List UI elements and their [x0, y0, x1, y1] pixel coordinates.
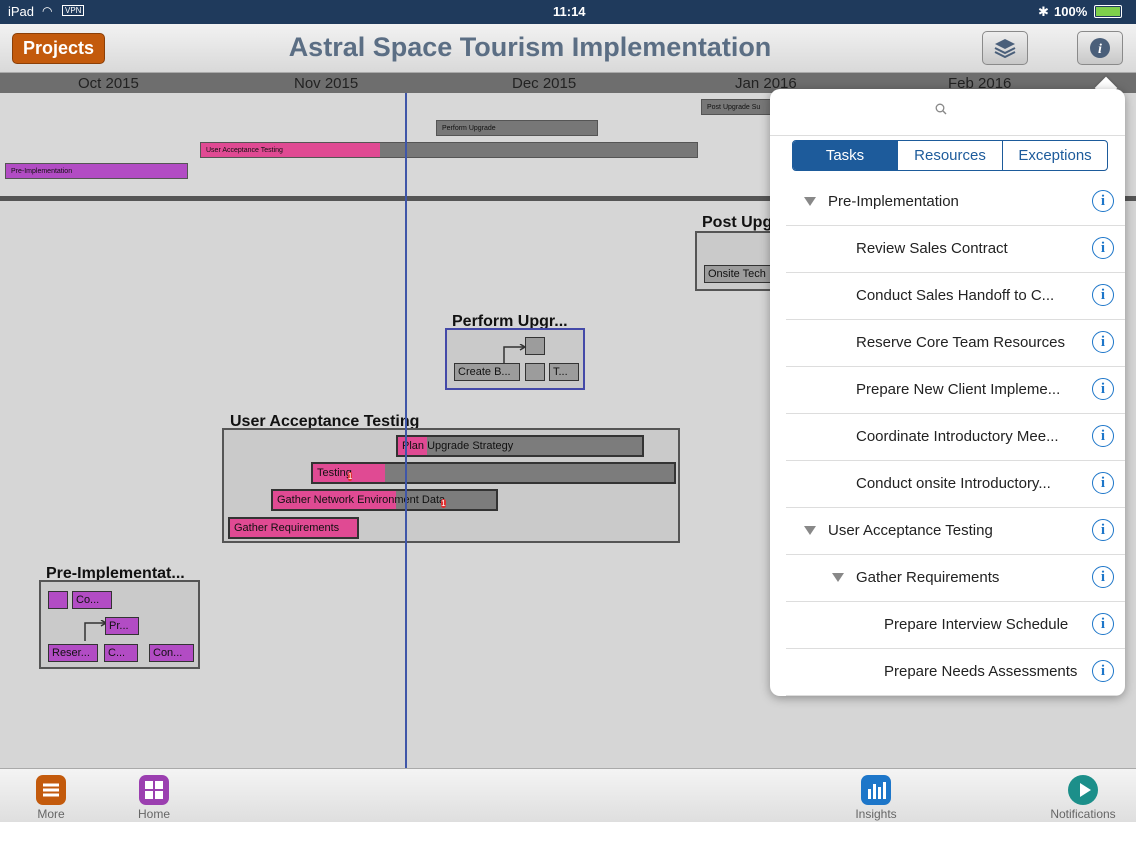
disclosure-triangle-icon[interactable]: [832, 573, 844, 582]
month-label: Oct 2015: [78, 75, 139, 92]
task-box[interactable]: [525, 363, 545, 381]
task-list-row[interactable]: Prepare Needs Assessments i: [786, 649, 1125, 696]
insights-chart-icon: [861, 775, 891, 805]
info-icon[interactable]: i: [1092, 660, 1114, 682]
month-label: Nov 2015: [294, 75, 359, 92]
task-box[interactable]: [525, 337, 545, 355]
task-group[interactable]: Co... Pr... Reser... C... Con...: [39, 580, 200, 669]
task-list-label: Gather Requirements: [856, 569, 1000, 586]
task-list-row[interactable]: Conduct onsite Introductory... i: [786, 461, 1125, 508]
search-icon: [935, 103, 947, 115]
bluetooth-icon: ✱: [1038, 4, 1049, 19]
task-list-label: Pre-Implementation: [828, 193, 959, 210]
task-list-row[interactable]: Pre-Implementation i: [786, 179, 1125, 226]
info-icon[interactable]: i: [1092, 284, 1114, 306]
info-icon[interactable]: i: [1092, 613, 1114, 635]
task-list-row[interactable]: Coordinate Introductory Mee... i: [786, 414, 1125, 461]
disclosure-triangle-icon[interactable]: [804, 197, 816, 206]
info-icon[interactable]: i: [1077, 31, 1123, 65]
task-list-row[interactable]: User Acceptance Testing i: [786, 508, 1125, 555]
info-icon[interactable]: i: [1092, 331, 1114, 353]
search-input[interactable]: [770, 89, 1125, 136]
today-marker: [405, 93, 407, 768]
wifi-icon: ◠: [42, 4, 53, 18]
task-box[interactable]: Pr...: [105, 617, 139, 635]
info-icon[interactable]: i: [1092, 378, 1114, 400]
exception-badge[interactable]: 1: [347, 472, 353, 481]
device-label: iPad: [8, 4, 35, 19]
group-title: Post Upg: [702, 214, 773, 231]
task-group[interactable]: Create B... T...: [445, 328, 585, 390]
status-bar: iPad ◠ VPN 11:14 ✱ 100%: [0, 0, 1136, 24]
task-bar[interactable]: Plan Upgrade Strategy: [396, 435, 644, 457]
exception-badge[interactable]: 1: [441, 499, 446, 508]
tab-exceptions[interactable]: Exceptions: [1002, 141, 1107, 170]
tab-insights[interactable]: Insights: [836, 775, 916, 821]
battery-percent: 100%: [1054, 4, 1088, 19]
task-list-label: Conduct Sales Handoff to C...: [856, 287, 1055, 304]
bottom-margin: [0, 822, 1136, 852]
overview-bar[interactable]: Post Upgrade Su: [701, 99, 781, 115]
task-box[interactable]: Con...: [149, 644, 194, 662]
task-box[interactable]: Reser...: [48, 644, 98, 662]
task-box[interactable]: [48, 591, 68, 609]
task-list-label: Review Sales Contract: [856, 240, 1008, 257]
tab-label: Insights: [855, 807, 897, 821]
tab-label: Notifications: [1050, 807, 1116, 821]
layers-icon[interactable]: [982, 31, 1028, 65]
task-box[interactable]: C...: [104, 644, 138, 662]
svg-text:i: i: [1098, 42, 1102, 57]
task-list-popover: Tasks Resources Exceptions Pre-Implement…: [770, 89, 1125, 696]
overview-bar[interactable]: User Acceptance Testing: [200, 142, 698, 158]
task-bar[interactable]: Gather Network Environment Data1: [271, 489, 498, 511]
task-bar[interactable]: Gather Requirements: [228, 517, 359, 539]
task-group[interactable]: Plan Upgrade Strategy Testing1 Gather Ne…: [222, 428, 680, 543]
tab-label: Home: [137, 807, 170, 821]
info-icon[interactable]: i: [1092, 519, 1114, 541]
task-bar[interactable]: Testing1: [311, 462, 676, 484]
tab-notifications[interactable]: Notifications: [1043, 775, 1123, 821]
info-icon[interactable]: i: [1092, 237, 1114, 259]
tab-home[interactable]: Home: [114, 775, 194, 821]
task-list-label: Prepare Needs Assessments: [884, 663, 1078, 680]
task-box[interactable]: T...: [549, 363, 579, 381]
task-list-label: Prepare New Client Impleme...: [856, 381, 1061, 398]
task-list-label: Coordinate Introductory Mee...: [856, 428, 1059, 445]
tab-label: More: [37, 807, 65, 821]
task-list-row[interactable]: Prepare Interview Schedule i: [786, 602, 1125, 649]
segmented-control[interactable]: Tasks Resources Exceptions: [792, 140, 1108, 171]
month-label: Dec 2015: [512, 75, 577, 92]
info-icon[interactable]: i: [1092, 472, 1114, 494]
clock: 11:14: [553, 4, 586, 19]
task-list-row[interactable]: Gather Requirements i: [786, 555, 1125, 602]
tab-bar: More Home Insights Notifications: [0, 768, 1136, 823]
tab-resources[interactable]: Resources: [897, 141, 1002, 170]
more-icon: [36, 775, 66, 805]
task-box[interactable]: Onsite Tech: [704, 265, 774, 283]
notifications-play-icon: [1068, 775, 1098, 805]
overview-bar[interactable]: Pre-Implementation: [5, 163, 188, 179]
task-list-label: Prepare Interview Schedule: [884, 616, 1069, 633]
tab-tasks[interactable]: Tasks: [793, 141, 897, 170]
page-title: Astral Space Tourism Implementation: [288, 32, 772, 62]
info-icon[interactable]: i: [1092, 190, 1114, 212]
task-group[interactable]: Onsite Tech: [695, 231, 775, 291]
home-grid-icon: [139, 775, 169, 805]
task-box[interactable]: Co...: [72, 591, 112, 609]
overview-bar[interactable]: Perform Upgrade: [436, 120, 598, 136]
battery-icon: [1094, 5, 1122, 18]
task-list-label: User Acceptance Testing: [828, 522, 993, 539]
task-list-row[interactable]: Prepare New Client Impleme... i: [786, 367, 1125, 414]
info-icon[interactable]: i: [1092, 566, 1114, 588]
disclosure-triangle-icon[interactable]: [804, 526, 816, 535]
task-list-row[interactable]: Reserve Core Team Resources i: [786, 320, 1125, 367]
task-list-row[interactable]: Conduct Sales Handoff to C... i: [786, 273, 1125, 320]
task-box[interactable]: Create B...: [454, 363, 520, 381]
info-icon[interactable]: i: [1092, 425, 1114, 447]
vpn-badge: VPN: [62, 5, 85, 16]
task-list-label: Reserve Core Team Resources: [856, 334, 1065, 351]
tab-more[interactable]: More: [11, 775, 91, 821]
task-list-label: Conduct onsite Introductory...: [856, 475, 1051, 492]
task-list-row[interactable]: Review Sales Contract i: [786, 226, 1125, 273]
